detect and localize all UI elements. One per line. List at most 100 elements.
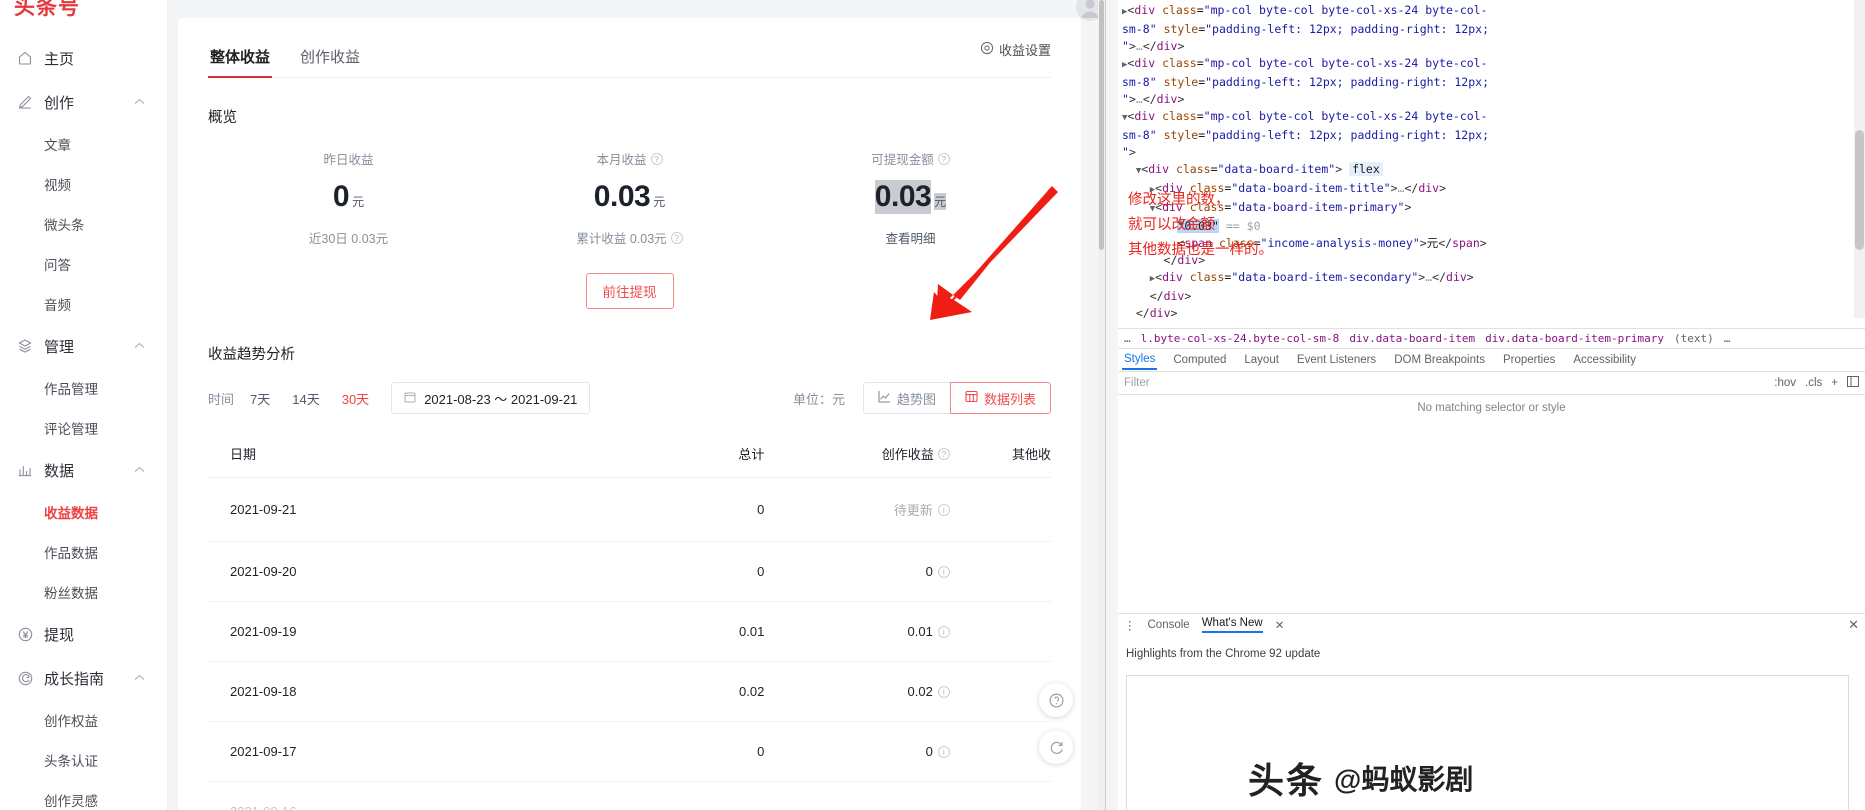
close-icon[interactable]: ✕ — [1275, 618, 1285, 632]
refresh-fab-button[interactable] — [1039, 730, 1073, 764]
sidebar-item-comments-manage[interactable]: 评论管理 — [0, 408, 167, 448]
close-drawer-icon[interactable]: ✕ — [1848, 617, 1859, 633]
sidebar-item-articles[interactable]: 文章 — [0, 124, 167, 164]
dom-scrollbar-thumb[interactable] — [1855, 130, 1864, 250]
range-14-days[interactable]: 14天 — [292, 389, 319, 408]
cls-button[interactable]: .cls — [1805, 377, 1822, 389]
chevron-up-icon[interactable] — [134, 96, 145, 108]
dom-line[interactable]: "> — [1122, 144, 1865, 161]
help-icon[interactable]: ? — [670, 231, 683, 244]
help-icon[interactable]: ? — [937, 152, 950, 165]
dom-line[interactable]: ▼<div class="mp-col byte-col byte-col-xs… — [1122, 108, 1865, 127]
dom-line[interactable]: ▼<div class="data-board-item"> flex — [1122, 161, 1865, 180]
watermark: 头条 @蚂蚁影剧 — [1248, 752, 1473, 804]
range-30-days[interactable]: 30天 — [342, 389, 369, 408]
breadcrumb-item[interactable]: … — [1124, 332, 1131, 345]
tab-computed[interactable]: Computed — [1171, 351, 1228, 369]
sidebar-item-creation-rights[interactable]: 创作权益 — [0, 700, 167, 740]
sidebar-item-creation-inspiration[interactable]: 创作灵感 — [0, 780, 167, 810]
view-toggle-trend-chart[interactable]: 趋势图 — [862, 382, 951, 414]
sidebar-item-manage[interactable]: 管理 — [0, 324, 167, 368]
income-settings-link[interactable]: 收益设置 — [980, 40, 1051, 59]
hov-button[interactable]: :hov — [1774, 377, 1796, 389]
help-icon[interactable]: i — [937, 565, 950, 578]
breadcrumb-item[interactable]: l.byte-col-xs-24.byte-col-sm-8 — [1141, 332, 1340, 345]
app-scrollbar-thumb[interactable] — [1099, 0, 1104, 250]
sidebar-item-label: 头条认证 — [44, 754, 98, 769]
tab-creation-income[interactable]: 创作收益 — [298, 38, 362, 77]
sidebar-item-label: 成长指南 — [44, 670, 105, 688]
sidebar: 头条号 主页 创作 文章 视频 微头条 问答 音频 管理 作品管理 评论管理 数… — [0, 0, 168, 810]
help-icon[interactable]: i — [937, 745, 950, 758]
tab-whats-new[interactable]: What's New — [1201, 617, 1263, 633]
tab-dom-breakpoints[interactable]: DOM Breakpoints — [1392, 351, 1487, 369]
sidebar-item-home[interactable]: 主页 — [0, 36, 167, 80]
help-fab-button[interactable] — [1039, 683, 1073, 717]
dom-scrollbar[interactable] — [1854, 0, 1865, 318]
sidebar-item-withdraw[interactable]: 提现 — [0, 612, 167, 656]
dom-line[interactable]: ▶<div class="mp-col byte-col byte-col-xs… — [1122, 55, 1865, 74]
sidebar-item-audio[interactable]: 音频 — [0, 284, 167, 324]
sidebar-item-income-data[interactable]: 收益数据 — [0, 492, 167, 532]
sidebar-item-label: 视频 — [44, 178, 71, 193]
chevron-up-icon[interactable] — [134, 672, 145, 684]
dom-line[interactable]: ▶<div class="data-board-item-secondary">… — [1122, 269, 1865, 288]
tab-console[interactable]: Console — [1148, 619, 1190, 631]
watermark-text: @蚂蚁影剧 — [1334, 764, 1474, 795]
breadcrumb-item[interactable]: (text) — [1674, 332, 1714, 345]
tab-layout[interactable]: Layout — [1242, 351, 1281, 369]
cell-creation: 0.01 i — [764, 601, 950, 662]
stat-sub: 累计收益 0.03元 ? — [576, 228, 683, 247]
sidebar-item-label: 创作权益 — [44, 714, 98, 729]
dom-line[interactable]: ">…</div> — [1122, 91, 1865, 108]
dom-line[interactable]: ▶<div class="mp-col byte-col byte-col-xs… — [1122, 2, 1865, 21]
help-icon[interactable]: ? — [937, 447, 950, 460]
view-toggle-label: 数据列表 — [983, 391, 1036, 407]
tab-overall-income[interactable]: 整体收益 — [208, 38, 273, 78]
view-toggle-data-list[interactable]: 数据列表 — [949, 382, 1051, 414]
sidebar-item-microblog[interactable]: 微头条 — [0, 204, 167, 244]
gear-icon — [980, 41, 994, 58]
filter-placeholder[interactable]: Filter — [1124, 377, 1150, 389]
help-icon[interactable]: i — [937, 503, 950, 516]
dom-line[interactable]: </div> — [1122, 288, 1865, 305]
drawer-menu-icon[interactable]: ⋮ — [1124, 618, 1136, 632]
sidebar-item-creation[interactable]: 创作 — [0, 80, 167, 124]
dom-tree-pane[interactable]: ▶<div class="mp-col byte-col byte-col-xs… — [1118, 0, 1865, 318]
breadcrumb-item[interactable]: div.data-board-item-primary — [1485, 332, 1664, 345]
tab-event-listeners[interactable]: Event Listeners — [1295, 351, 1378, 369]
chevron-up-icon[interactable] — [134, 464, 145, 476]
sidebar-item-works-manage[interactable]: 作品管理 — [0, 368, 167, 408]
sidebar-item-videos[interactable]: 视频 — [0, 164, 167, 204]
sidebar-item-fans-data[interactable]: 粉丝数据 — [0, 572, 167, 612]
sidebar-item-works-data[interactable]: 作品数据 — [0, 532, 167, 572]
tab-properties[interactable]: Properties — [1501, 351, 1557, 369]
dom-line[interactable]: sm-8" style="padding-left: 12px; padding… — [1122, 74, 1865, 91]
toggle-sidebar-icon[interactable] — [1847, 376, 1859, 390]
breadcrumb-item[interactable]: div.data-board-item — [1349, 332, 1475, 345]
sidebar-item-qa[interactable]: 问答 — [0, 244, 167, 284]
stat-sub-text: 累计收益 0.03元 — [576, 232, 667, 246]
range-7-days[interactable]: 7天 — [250, 389, 270, 408]
help-icon[interactable]: i — [937, 625, 950, 638]
sidebar-item-growth-guide[interactable]: 成长指南 — [0, 656, 167, 700]
new-style-rule-button[interactable]: + — [1831, 377, 1838, 389]
sidebar-item-data[interactable]: 数据 — [0, 448, 167, 492]
tab-styles[interactable]: Styles — [1122, 350, 1158, 370]
dom-line[interactable]: sm-8" style="padding-left: 12px; padding… — [1122, 127, 1865, 144]
chevron-up-icon[interactable] — [134, 340, 145, 352]
dom-line[interactable]: ">…</div> — [1122, 38, 1865, 55]
stat-value: 0 元 — [333, 180, 364, 214]
dom-line[interactable]: </div> — [1122, 305, 1865, 318]
app-scrollbar[interactable] — [1098, 0, 1105, 810]
help-icon[interactable]: ? — [650, 152, 663, 165]
sidebar-item-toutiao-verify[interactable]: 头条认证 — [0, 740, 167, 780]
brand-logo[interactable]: 头条号 — [0, 0, 167, 26]
go-withdraw-button[interactable]: 前往提现 — [585, 273, 674, 309]
breadcrumb-item[interactable]: … — [1724, 332, 1731, 345]
help-icon[interactable]: i — [937, 685, 950, 698]
tab-accessibility[interactable]: Accessibility — [1571, 351, 1638, 369]
dom-line[interactable]: sm-8" style="padding-left: 12px; padding… — [1122, 21, 1865, 38]
sidebar-item-label: 创作 — [44, 94, 75, 112]
date-range-picker[interactable]: 2021-08-23 ～ 2021-09-21 — [391, 382, 591, 414]
